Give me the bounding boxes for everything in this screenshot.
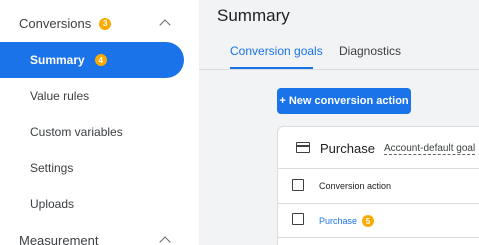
column-header-conversion-action: Conversion action — [319, 181, 392, 191]
sidebar-section-label: Measurement — [19, 233, 99, 245]
chevron-up-icon[interactable] — [159, 236, 171, 245]
conversion-action-link[interactable]: Purchase 5 — [319, 215, 375, 227]
active-tab-indicator — [230, 67, 313, 69]
page-title: Summary — [217, 6, 290, 25]
sidebar-item-settings[interactable]: Settings — [0, 150, 184, 186]
chevron-up-icon[interactable] — [159, 19, 171, 31]
goal-tag[interactable]: Account-default goal — [384, 143, 476, 155]
notification-badge: 5 — [362, 215, 375, 227]
goal-card-header: Purchase Account-default goal — [278, 127, 479, 167]
sidebar-section-measurement[interactable]: Measurement — [19, 233, 98, 245]
sidebar-item-label: Custom variables — [30, 125, 123, 139]
conversion-action-name: Purchase — [319, 216, 358, 226]
divider — [278, 203, 479, 204]
sidebar: Conversions 3 Summary 4 Value rules Cust… — [0, 0, 199, 245]
tab-divider — [199, 69, 479, 70]
notification-badge: 4 — [94, 54, 107, 66]
row-checkbox[interactable] — [292, 213, 304, 225]
sidebar-section-label: Conversions — [19, 16, 92, 31]
sidebar-item-summary[interactable]: Summary 4 — [0, 42, 184, 78]
sidebar-item-uploads[interactable]: Uploads — [0, 186, 184, 222]
notification-badge: 3 — [99, 17, 112, 30]
select-all-checkbox[interactable] — [292, 179, 304, 191]
sidebar-item-label: Uploads — [30, 197, 75, 211]
divider — [278, 237, 479, 238]
divider — [278, 168, 479, 169]
sidebar-item-custom-variables[interactable]: Custom variables — [0, 114, 184, 150]
main-content: Summary Conversion goals Diagnostics + N… — [199, 0, 479, 245]
goal-card: Purchase Account-default goal Conversion… — [277, 126, 479, 245]
tab-conversion-goals[interactable]: Conversion goals — [230, 44, 323, 58]
sidebar-item-label: Value rules — [30, 89, 90, 103]
credit-card-icon — [296, 142, 310, 153]
sidebar-section-conversions[interactable]: Conversions 3 — [19, 16, 112, 31]
goal-card-title: Purchase — [320, 141, 375, 156]
sidebar-item-value-rules[interactable]: Value rules — [0, 78, 184, 114]
new-conversion-action-button[interactable]: + New conversion action — [277, 88, 411, 114]
sidebar-item-label: Summary — [30, 53, 85, 67]
sidebar-item-label: Settings — [30, 161, 74, 175]
tab-diagnostics[interactable]: Diagnostics — [339, 44, 401, 58]
